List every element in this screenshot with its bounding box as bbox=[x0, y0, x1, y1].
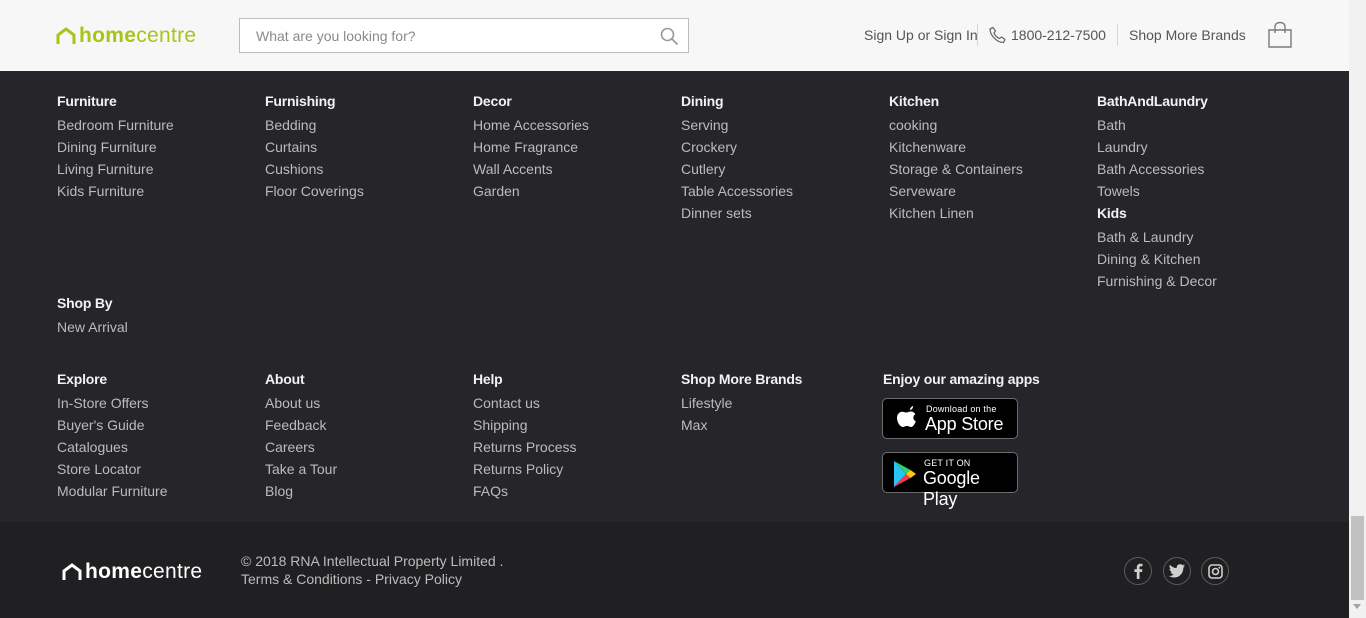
footer-link[interactable]: Feedback bbox=[265, 417, 326, 433]
category-link[interactable]: Towels bbox=[1097, 183, 1140, 199]
category-link[interactable]: Garden bbox=[473, 183, 520, 199]
category-heading-kitchen[interactable]: Kitchen bbox=[889, 93, 939, 109]
category-link[interactable]: Table Accessories bbox=[681, 183, 793, 199]
privacy-policy-link[interactable]: Privacy Policy bbox=[375, 571, 462, 587]
apps-heading: Enjoy our amazing apps bbox=[883, 371, 1040, 387]
facebook-icon bbox=[1134, 563, 1143, 579]
logo-wordmark: homecentre bbox=[79, 24, 197, 47]
category-link[interactable]: Floor Coverings bbox=[265, 183, 364, 199]
category-link[interactable]: Home Accessories bbox=[473, 117, 589, 133]
house-logo-icon bbox=[62, 563, 82, 580]
legal-separator: - bbox=[362, 571, 375, 587]
apple-icon bbox=[897, 406, 916, 427]
footer-link[interactable]: Blog bbox=[265, 483, 293, 499]
twitter-link[interactable] bbox=[1163, 557, 1191, 585]
category-link[interactable]: Serving bbox=[681, 117, 728, 133]
page-scrollbar[interactable] bbox=[1349, 0, 1366, 618]
category-link[interactable]: Dinner sets bbox=[681, 205, 752, 221]
category-link[interactable]: Home Fragrance bbox=[473, 139, 578, 155]
category-link[interactable]: Kitchenware bbox=[889, 139, 966, 155]
category-link[interactable]: Dining Furniture bbox=[57, 139, 157, 155]
category-heading-furnishing[interactable]: Furnishing bbox=[265, 93, 336, 109]
category-heading-decor[interactable]: Decor bbox=[473, 93, 512, 109]
google-play-big-text: Google Play bbox=[923, 468, 980, 509]
phone-icon bbox=[989, 26, 1006, 44]
footer-link[interactable]: Store Locator bbox=[57, 461, 141, 477]
scrollbar-thumb[interactable] bbox=[1351, 516, 1364, 600]
footer-link[interactable]: Careers bbox=[265, 439, 315, 455]
header-divider bbox=[1117, 24, 1118, 46]
footer-link[interactable]: Catalogues bbox=[57, 439, 128, 455]
category-heading-furniture[interactable]: Furniture bbox=[57, 93, 117, 109]
google-play-small-text: GET IT ON bbox=[924, 458, 971, 468]
category-heading-bath-and-laundry[interactable]: BathAndLaundry bbox=[1097, 93, 1208, 109]
footer-link[interactable]: FAQs bbox=[473, 483, 508, 499]
footer-link[interactable]: Lifestyle bbox=[681, 395, 732, 411]
header-divider bbox=[977, 24, 978, 46]
category-link[interactable]: Bath & Laundry bbox=[1097, 229, 1194, 245]
footer-link[interactable]: Max bbox=[681, 417, 707, 433]
instagram-link[interactable] bbox=[1201, 557, 1229, 585]
shop-more-brands-link[interactable]: Shop More Brands bbox=[1129, 27, 1246, 43]
footer-link[interactable]: Shipping bbox=[473, 417, 528, 433]
terms-link[interactable]: Terms & Conditions bbox=[241, 571, 362, 587]
facebook-link[interactable] bbox=[1124, 557, 1152, 585]
category-link[interactable]: Living Furniture bbox=[57, 161, 154, 177]
copyright-text: © 2018 RNA Intellectual Property Limited… bbox=[241, 553, 504, 569]
house-logo-icon bbox=[56, 27, 76, 44]
category-link[interactable]: Serveware bbox=[889, 183, 956, 199]
help-heading: Help bbox=[473, 371, 503, 387]
app-store-big-text: App Store bbox=[925, 414, 1004, 434]
twitter-icon bbox=[1169, 564, 1185, 578]
search-box bbox=[239, 18, 689, 53]
category-link[interactable]: Cutlery bbox=[681, 161, 725, 177]
instagram-icon bbox=[1207, 563, 1223, 579]
category-link[interactable]: Wall Accents bbox=[473, 161, 553, 177]
app-store-small-text: Download on the bbox=[926, 404, 997, 414]
category-heading-kids[interactable]: Kids bbox=[1097, 205, 1127, 221]
category-link[interactable]: Crockery bbox=[681, 139, 737, 155]
app-store-button[interactable]: Download on the App Store bbox=[882, 398, 1018, 439]
site-header: homecentre Sign Up or Sign In 1800-212-7… bbox=[0, 0, 1349, 71]
category-link[interactable]: Kids Furniture bbox=[57, 183, 144, 199]
footer-link[interactable]: Take a Tour bbox=[265, 461, 337, 477]
signin-link[interactable]: Sign Up or Sign In bbox=[864, 27, 978, 43]
shop-by-heading: Shop By bbox=[57, 295, 113, 311]
category-link[interactable]: Storage & Containers bbox=[889, 161, 1023, 177]
search-icon[interactable] bbox=[659, 26, 679, 46]
scroll-down-arrow-icon[interactable] bbox=[1353, 604, 1361, 609]
footer-logo[interactable]: homecentre bbox=[62, 560, 202, 584]
category-link[interactable]: cooking bbox=[889, 117, 937, 133]
category-link[interactable]: Laundry bbox=[1097, 139, 1148, 155]
search-input[interactable] bbox=[240, 19, 640, 52]
footer-link[interactable]: Modular Furniture bbox=[57, 483, 168, 499]
new-arrival-link[interactable]: New Arrival bbox=[57, 319, 128, 335]
footer-link[interactable]: Buyer's Guide bbox=[57, 417, 145, 433]
category-link[interactable]: Kitchen Linen bbox=[889, 205, 974, 221]
footer-link[interactable]: About us bbox=[265, 395, 320, 411]
category-heading-dining[interactable]: Dining bbox=[681, 93, 724, 109]
google-play-icon bbox=[894, 461, 916, 487]
footer-logo-wordmark: homecentre bbox=[85, 560, 203, 583]
about-heading: About bbox=[265, 371, 305, 387]
footer-link[interactable]: Returns Policy bbox=[473, 461, 563, 477]
footer-link[interactable]: In-Store Offers bbox=[57, 395, 149, 411]
category-link[interactable]: Bedroom Furniture bbox=[57, 117, 174, 133]
shopping-bag-icon[interactable] bbox=[1267, 21, 1293, 49]
homecentre-logo[interactable]: homecentre bbox=[56, 24, 196, 48]
category-link[interactable]: Furnishing & Decor bbox=[1097, 273, 1217, 289]
phone-number[interactable]: 1800-212-7500 bbox=[1011, 27, 1106, 43]
footer-link[interactable]: Contact us bbox=[473, 395, 540, 411]
shop-more-brands-heading: Shop More Brands bbox=[681, 371, 803, 387]
category-link[interactable]: Bath Accessories bbox=[1097, 161, 1204, 177]
category-link[interactable]: Curtains bbox=[265, 139, 317, 155]
category-link[interactable]: Cushions bbox=[265, 161, 323, 177]
google-play-button[interactable]: GET IT ON Google Play bbox=[882, 452, 1018, 509]
category-link[interactable]: Bath bbox=[1097, 117, 1126, 133]
explore-heading: Explore bbox=[57, 371, 107, 387]
category-link[interactable]: Dining & Kitchen bbox=[1097, 251, 1201, 267]
footer-link[interactable]: Returns Process bbox=[473, 439, 576, 455]
category-link[interactable]: Bedding bbox=[265, 117, 316, 133]
legal-links: Terms & Conditions - Privacy Policy bbox=[241, 571, 462, 587]
